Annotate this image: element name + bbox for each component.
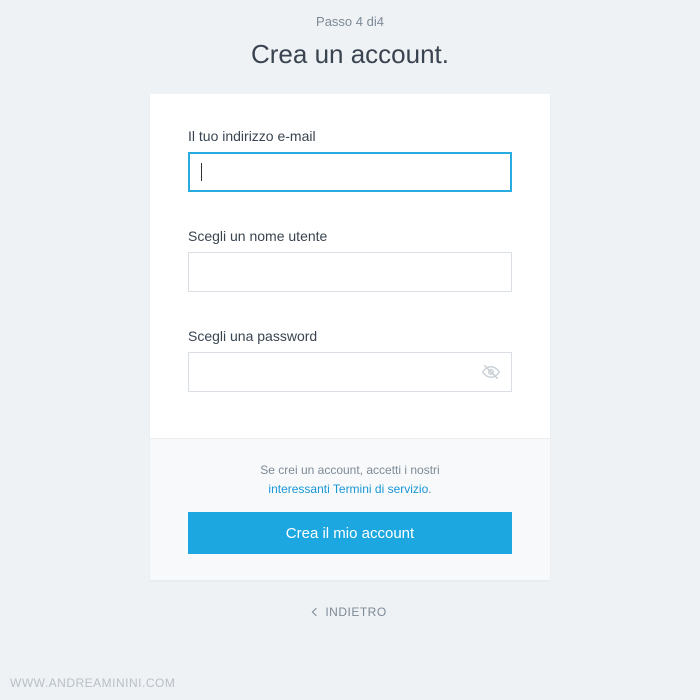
card-footer: Se crei un account, accetti i nostri int…	[150, 438, 550, 580]
terms-intro: Se crei un account, accetti i nostri	[188, 461, 512, 480]
terms-period: .	[428, 482, 431, 496]
eye-off-icon[interactable]	[482, 363, 500, 381]
chevron-left-icon	[312, 608, 320, 616]
terms-link[interactable]: interessanti Termini di servizio	[268, 482, 428, 496]
form-area: Il tuo indirizzo e-mail Scegli un nome u…	[150, 94, 550, 438]
username-field-group: Scegli un nome utente	[188, 228, 512, 292]
password-input[interactable]	[188, 352, 512, 392]
password-label: Scegli una password	[188, 328, 512, 344]
email-input[interactable]	[188, 152, 512, 192]
step-indicator: Passo 4 di4	[0, 0, 700, 29]
password-field-group: Scegli una password	[188, 328, 512, 392]
watermark: WWW.ANDREAMININI.COM	[10, 676, 175, 690]
email-label: Il tuo indirizzo e-mail	[188, 128, 512, 144]
email-field-group: Il tuo indirizzo e-mail	[188, 128, 512, 192]
back-link-container: INDIETRO	[0, 604, 700, 619]
back-label: INDIETRO	[325, 605, 386, 619]
back-link[interactable]: INDIETRO	[313, 605, 386, 619]
create-account-button[interactable]: Crea il mio account	[188, 512, 512, 554]
username-label: Scegli un nome utente	[188, 228, 512, 244]
page-title: Crea un account.	[0, 39, 700, 70]
signup-card: Il tuo indirizzo e-mail Scegli un nome u…	[150, 94, 550, 580]
username-input[interactable]	[188, 252, 512, 292]
text-cursor	[201, 163, 202, 181]
